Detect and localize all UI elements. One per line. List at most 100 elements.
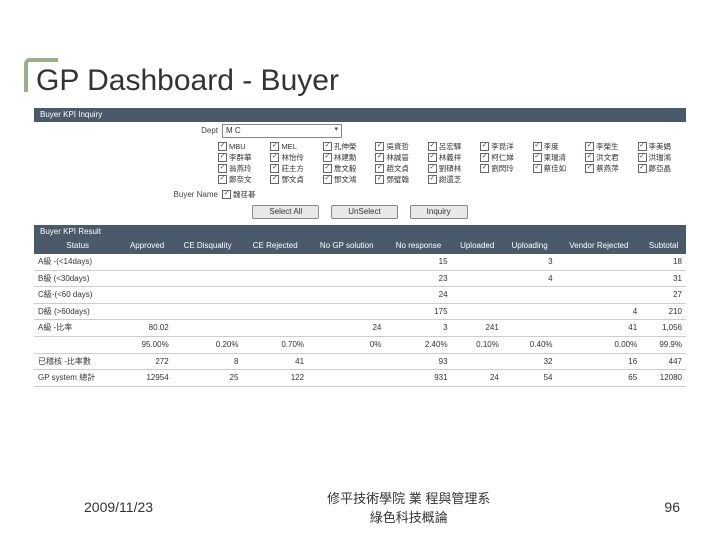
checkbox-label: 洪瑞鴻 (649, 153, 672, 162)
buyer-checkbox[interactable]: ✓莊主方 (270, 164, 318, 173)
table-row: 已稽核 -比率數272841933216447 (34, 353, 686, 370)
buyer-checkbox[interactable]: ✓劉閃玲 (480, 164, 528, 173)
buyer-checkbox[interactable]: ✓鄧璧翰 (375, 175, 423, 184)
buyer-checkbox[interactable]: ✓洪瑞鴻 (638, 153, 686, 162)
checkbox-icon: ✓ (270, 164, 279, 173)
checkbox-icon: ✓ (375, 142, 384, 151)
table-cell (308, 287, 385, 304)
table-header-cell: Vendor Rejected (557, 238, 642, 254)
checkbox-icon: ✓ (375, 153, 384, 162)
buyer-checkbox[interactable]: ✓翁燕玲 (218, 164, 266, 173)
table-cell: A級 -比率 (34, 320, 121, 337)
buyer-checkbox[interactable]: ✓蔡佳如 (533, 164, 581, 173)
buyer-checkbox[interactable]: ✓孔伸榮 (323, 142, 371, 151)
checkbox-icon: ✓ (270, 142, 279, 151)
buyer-checkbox[interactable]: ✓MBU (218, 142, 266, 151)
checkbox-icon: ✓ (323, 164, 332, 173)
buyer-checkbox[interactable]: ✓蔡燕萍 (585, 164, 633, 173)
checkbox-icon: ✓ (533, 164, 542, 173)
checkbox-icon: ✓ (585, 164, 594, 173)
table-cell: 0% (308, 336, 385, 353)
table-cell (121, 303, 172, 320)
table-cell (242, 287, 308, 304)
table-cell: 241 (452, 320, 503, 337)
buyer-checkbox[interactable]: ✓林誠晉 (375, 153, 423, 162)
slide-accent (24, 58, 58, 92)
table-cell: 95.00% (121, 336, 172, 353)
checkbox-label: 柬瑞清 (544, 153, 567, 162)
buyer-checkbox[interactable]: ✓林義祥 (428, 153, 476, 162)
table-cell (557, 287, 642, 304)
table-cell (173, 303, 243, 320)
buyer-checkbox[interactable]: ✓呂宏驛 (428, 142, 476, 151)
buyer-checkbox[interactable]: ✓林建勳 (323, 153, 371, 162)
table-header-cell: No GP solution (308, 238, 385, 254)
kpi-result-table: StatusApprovedCE DisqualityCE RejectedNo… (34, 238, 686, 386)
table-cell: 65 (557, 370, 642, 387)
table-row: GP system 總計129542512293124546512080 (34, 370, 686, 387)
table-cell (308, 270, 385, 287)
checkbox-icon: ✓ (638, 153, 647, 162)
unselect-button[interactable]: UnSelect (331, 205, 397, 219)
table-cell: 1,056 (641, 320, 686, 337)
checkbox-icon: ✓ (480, 153, 489, 162)
checkbox-label: 李榮生 (596, 142, 619, 151)
table-cell: 已稽核 -比率數 (34, 353, 121, 370)
table-cell: 0.70% (242, 336, 308, 353)
checkbox-icon: ✓ (218, 175, 227, 184)
checkbox-label: 蔡佳如 (544, 164, 567, 173)
page-title: GP Dashboard - Buyer (36, 64, 686, 98)
buyer-name-row: Buyer Name ✓魏荏碁 (34, 188, 686, 202)
dashboard-panel: Buyer KPI Inquiry Dept M C ▾ ✓MBU✓MEL✓孔伸… (34, 108, 686, 387)
buyer-checkbox[interactable]: ✓李群華 (218, 153, 266, 162)
footer-line1: 修平技術學院 業 程與管理系 (327, 488, 490, 507)
checkbox-label: 謝還芝 (439, 175, 462, 184)
checkbox-icon: ✓ (375, 175, 384, 184)
table-cell: 16 (557, 353, 642, 370)
table-cell (242, 270, 308, 287)
buyer-checkbox[interactable]: ✓柯仁娣 (480, 153, 528, 162)
buyer-checkbox[interactable]: ✓洪文君 (585, 153, 633, 162)
checkbox-icon: ✓ (428, 175, 437, 184)
buyer-checkbox[interactable]: ✓劉碩林 (428, 164, 476, 173)
table-cell: 210 (641, 303, 686, 320)
buyer-checkbox[interactable]: ✓吳資哲 (375, 142, 423, 151)
buyer-checkbox[interactable]: ✓李美娟 (638, 142, 686, 151)
checkbox-icon: ✓ (218, 164, 227, 173)
buyer-checkbox[interactable]: ✓李度 (533, 142, 581, 151)
checkbox-label: 吳資哲 (386, 142, 409, 151)
buyer-checkbox[interactable]: ✓鄧文鴻 (323, 175, 371, 184)
buyer-checkbox[interactable]: ✓柬瑞清 (533, 153, 581, 162)
buyer-checkbox[interactable]: ✓鄧文貞 (270, 175, 318, 184)
checkbox-label: 魏荏碁 (233, 190, 256, 199)
inquiry-button[interactable]: Inquiry (410, 205, 468, 219)
table-cell (173, 320, 243, 337)
table-cell (173, 287, 243, 304)
buyer-checkbox[interactable]: ✓謝還芝 (428, 175, 476, 184)
buyer-checkbox[interactable]: ✓林怡伶 (270, 153, 318, 162)
checkbox-label: MBU (229, 142, 246, 151)
table-cell (503, 287, 557, 304)
table-cell (503, 303, 557, 320)
table-header-cell: Subtotal (641, 238, 686, 254)
buyer-checkbox[interactable]: ✓魏荏碁 (222, 190, 256, 199)
checkbox-icon: ✓ (222, 190, 231, 199)
buyer-checkbox[interactable]: ✓鄭奈文 (218, 175, 266, 184)
buyer-checkbox[interactable]: ✓鄭亞晶 (638, 164, 686, 173)
table-cell (121, 254, 172, 270)
table-row: 95.00%0.20%0.70%0%2.40%0.10%0.40%0.00%99… (34, 336, 686, 353)
buyer-checkbox[interactable]: ✓詹文毅 (323, 164, 371, 173)
table-row: D級 (>60days)1754210 (34, 303, 686, 320)
buyer-checkbox[interactable]: ✓MEL (270, 142, 318, 151)
table-row: A級 -比率80.02243241411,056 (34, 320, 686, 337)
buyer-checkbox[interactable]: ✓李榮生 (585, 142, 633, 151)
table-cell: 8 (173, 353, 243, 370)
buyer-checkbox[interactable]: ✓趙文貞 (375, 164, 423, 173)
buyer-checkbox[interactable]: ✓李昆洋 (480, 142, 528, 151)
table-cell: C級-(<60 days) (34, 287, 121, 304)
table-cell (121, 287, 172, 304)
table-cell: 0.10% (452, 336, 503, 353)
dept-select[interactable]: M C ▾ (222, 124, 342, 138)
select-all-button[interactable]: Select All (252, 205, 319, 219)
inquiry-section-header: Buyer KPI Inquiry (34, 108, 686, 122)
